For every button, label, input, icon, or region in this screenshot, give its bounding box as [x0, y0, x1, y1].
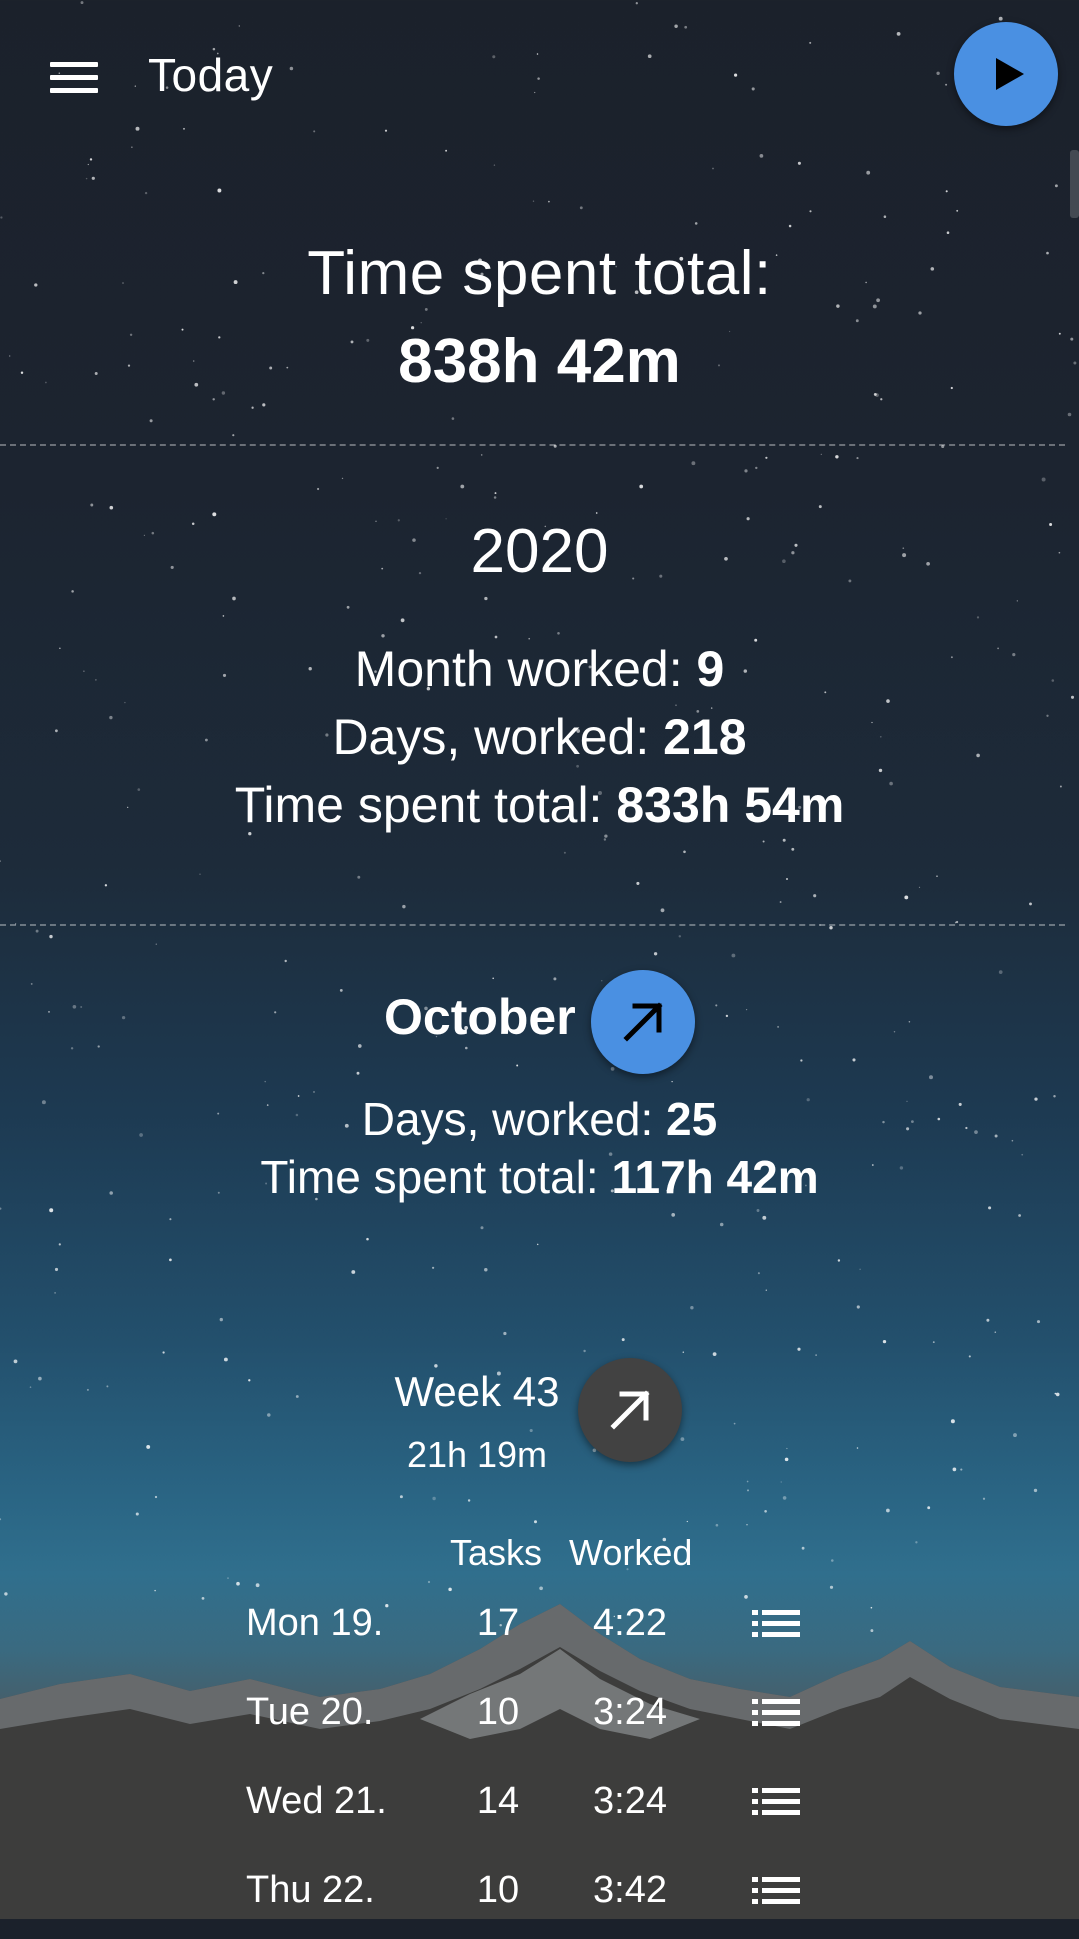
month-days-value: 25 [666, 1093, 718, 1145]
tasks-count: 10 [476, 1691, 520, 1733]
scrollbar-thumb[interactable] [1070, 150, 1079, 218]
month-days-worked: Days, worked: 25 [0, 1092, 1079, 1146]
arrow-up-right-icon [623, 1002, 663, 1042]
year-time-spent: Time spent total: 833h 54m [0, 776, 1079, 834]
table-row: Wed 21. 14 3:24 [0, 1780, 1079, 1850]
tasks-count: 10 [476, 1869, 520, 1911]
worked-time: 4:22 [593, 1602, 667, 1644]
tasks-count: 14 [476, 1780, 520, 1822]
day-details-button[interactable] [752, 1873, 808, 1913]
month-days-label: Days, worked: [361, 1093, 654, 1145]
column-header-worked: Worked [569, 1532, 693, 1573]
month-time-value: 117h 42m [611, 1151, 819, 1203]
day-label: Tue 20. [246, 1691, 374, 1733]
worked-time: 3:42 [593, 1869, 667, 1911]
top-app-bar: Today [0, 0, 1079, 145]
day-label: Mon 19. [246, 1602, 384, 1644]
table-row: Thu 22. 10 3:42 [0, 1869, 1079, 1939]
year-time-label: Time spent total: [234, 777, 603, 833]
year-time-value: 833h 54m [616, 777, 845, 833]
table-row: Tue 20. 10 3:24 [0, 1691, 1079, 1761]
list-icon [752, 1788, 800, 1815]
open-week-button[interactable] [578, 1358, 682, 1462]
list-icon [752, 1699, 800, 1726]
months-worked-value: 9 [696, 641, 725, 697]
day-details-button[interactable] [752, 1784, 808, 1824]
start-timer-button[interactable] [954, 22, 1058, 126]
list-icon [752, 1610, 800, 1637]
worked-time: 3:24 [593, 1691, 667, 1733]
day-details-button[interactable] [752, 1695, 808, 1735]
menu-icon-line [50, 62, 98, 67]
day-label: Thu 22. [246, 1869, 375, 1911]
month-time-label: Time spent total: [260, 1151, 599, 1203]
section-divider [0, 924, 1065, 926]
menu-button[interactable] [38, 50, 108, 106]
month-header: October [0, 966, 1079, 1076]
column-header-tasks: Tasks [450, 1532, 543, 1573]
days-worked-label: Days, worked: [332, 709, 650, 765]
menu-icon-line [50, 88, 98, 93]
total-time-value: 838h 42m [398, 327, 681, 396]
worked-time: 3:24 [593, 1780, 667, 1822]
list-icon [752, 1877, 800, 1904]
total-time-label: Time spent total: [307, 239, 772, 308]
day-details-button[interactable] [752, 1606, 808, 1646]
open-month-button[interactable] [591, 970, 695, 1074]
section-divider [0, 444, 1065, 446]
year-label: 2020 [470, 517, 609, 586]
arrow-up-right-icon [610, 1390, 650, 1430]
menu-icon-line [50, 75, 98, 80]
table-row: Mon 19. 17 4:22 [0, 1602, 1079, 1672]
year-months-worked: Month worked: 9 [0, 640, 1079, 698]
day-label: Wed 21. [246, 1780, 387, 1822]
months-worked-label: Month worked: [354, 641, 683, 697]
play-icon [996, 58, 1024, 90]
days-worked-value: 218 [663, 709, 747, 765]
page-title: Today [148, 49, 274, 101]
month-time-spent: Time spent total: 117h 42m [0, 1150, 1079, 1204]
year-days-worked: Days, worked: 218 [0, 708, 1079, 766]
tasks-count: 17 [476, 1602, 520, 1644]
month-name: October [384, 989, 576, 1045]
